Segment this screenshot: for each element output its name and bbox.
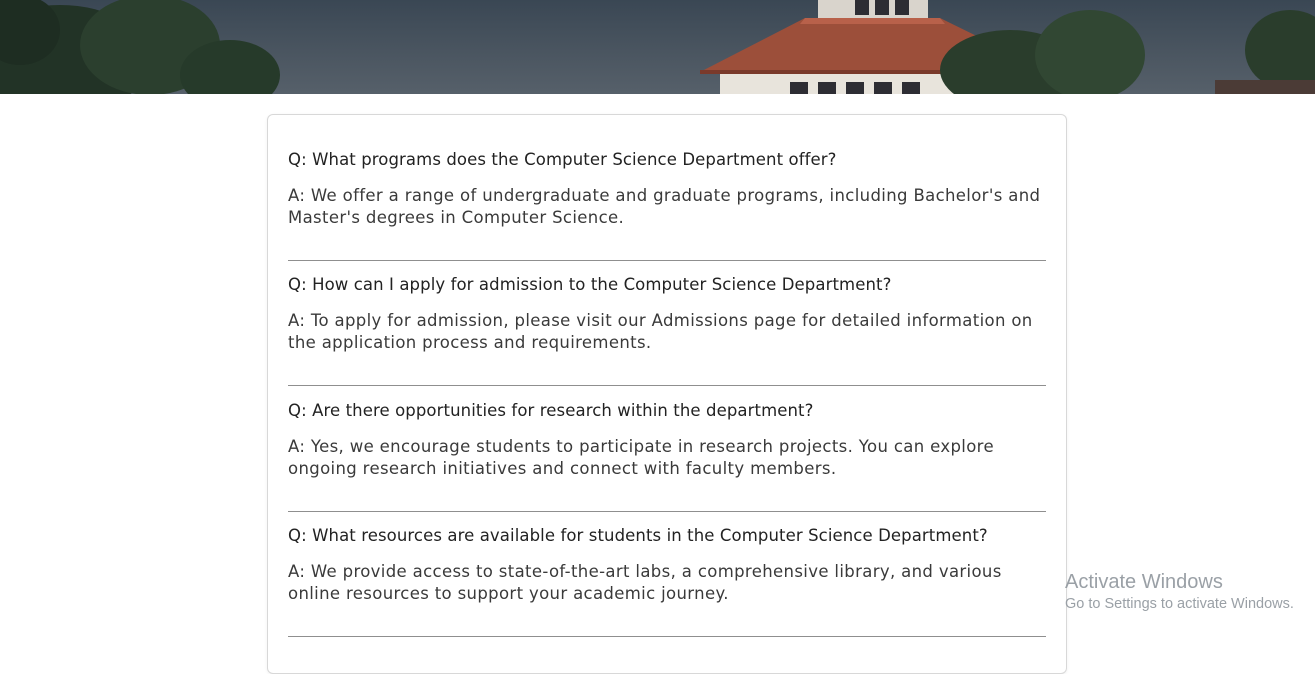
faq-question: Q: Are there opportunities for research …: [288, 401, 814, 420]
windows-activation-watermark: Activate Windows Go to Settings to activ…: [1065, 570, 1294, 614]
faq-divider: [288, 385, 1046, 386]
faq-answer: A: Yes, we encourage students to partici…: [288, 437, 994, 478]
hero-banner-image: [0, 0, 1315, 94]
faq-divider: [288, 636, 1046, 637]
faq-question: Q: How can I apply for admission to the …: [288, 275, 892, 294]
watermark-title: Activate Windows: [1065, 571, 1223, 593]
faq-answer: A: To apply for admission, please visit …: [288, 311, 1033, 352]
campus-building-illustration: [0, 0, 1315, 94]
faq-answer: A: We offer a range of undergraduate and…: [288, 186, 1041, 227]
faq-question: Q: What resources are available for stud…: [288, 526, 988, 545]
watermark-subtitle: Go to Settings to activate Windows.: [1065, 596, 1294, 612]
faq-divider: [288, 511, 1046, 512]
faq-divider: [288, 260, 1046, 261]
faq-question: Q: What programs does the Computer Scien…: [288, 150, 837, 169]
faq-card: Q: What programs does the Computer Scien…: [267, 114, 1067, 674]
faq-answer: A: We provide access to state-of-the-art…: [288, 562, 1002, 603]
